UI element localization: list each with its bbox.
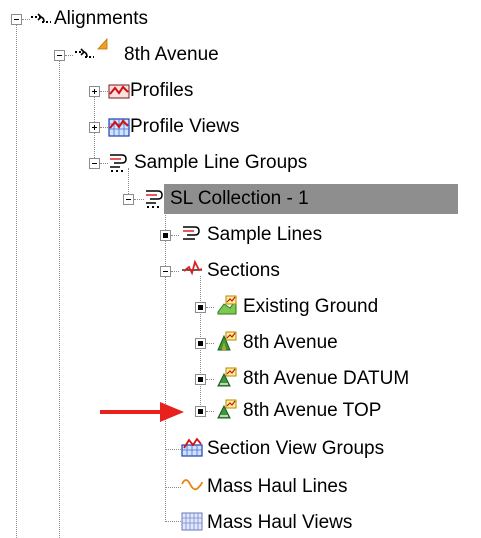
tree-label-section[interactable]: 8th Avenue TOP (243, 399, 381, 423)
tree-connector (134, 199, 144, 200)
node-bullet[interactable] (195, 302, 206, 313)
corridor-section-icon (217, 399, 237, 419)
tree-connector (206, 411, 214, 412)
alignments-icon (31, 13, 51, 23)
tree-label-section-view-groups[interactable]: Section View Groups (207, 437, 384, 461)
expand-toggle[interactable] (89, 122, 100, 133)
expand-toggle[interactable] (89, 86, 100, 97)
surface-section-icon (217, 295, 237, 315)
tree-label-sl-collection[interactable]: SL Collection - 1 (170, 187, 309, 211)
collapse-toggle[interactable] (54, 50, 65, 61)
tree-connector (22, 19, 30, 20)
tree-connector (165, 487, 181, 488)
tree-connector (165, 521, 181, 522)
collapse-toggle[interactable] (123, 194, 134, 205)
tree-connector (171, 235, 179, 236)
node-bullet[interactable] (195, 338, 206, 349)
sections-icon (182, 259, 203, 276)
tree-label-profile-views[interactable]: Profile Views (130, 115, 239, 139)
red-arrow-annotation (100, 402, 184, 422)
tree-label-sample-line-groups[interactable]: Sample Line Groups (134, 151, 307, 175)
node-bullet[interactable] (195, 374, 206, 385)
tree-connector (206, 379, 214, 380)
collapse-toggle[interactable] (160, 266, 171, 277)
tree-label-alignments[interactable]: Alignments (54, 7, 148, 31)
profiles-icon (108, 84, 130, 99)
tree-connector (165, 449, 181, 450)
tree-connector (100, 91, 108, 92)
collapse-toggle[interactable] (11, 14, 22, 25)
alignment-flag-icon (97, 38, 108, 50)
tree-label-mass-haul-lines[interactable]: Mass Haul Lines (207, 475, 347, 499)
tree-connector (100, 127, 108, 128)
collapse-toggle[interactable] (89, 158, 100, 169)
tree-label-sections[interactable]: Sections (207, 259, 280, 283)
mass-haul-lines-icon (181, 479, 203, 491)
tree-label-section[interactable]: Existing Ground (243, 295, 378, 319)
node-bullet[interactable] (195, 406, 206, 417)
corridor-section-icon (217, 331, 237, 351)
tree-label-sample-lines[interactable]: Sample Lines (207, 223, 322, 247)
tree-label-mass-haul-views[interactable]: Mass Haul Views (207, 511, 352, 535)
tree-connector (206, 343, 214, 344)
tree-connector (206, 307, 214, 308)
sample-line-group-icon (146, 190, 163, 208)
mass-haul-views-icon (181, 512, 203, 531)
sample-line-groups-icon (110, 154, 127, 172)
tree-label-section[interactable]: 8th Avenue DATUM (243, 367, 409, 391)
profile-views-icon (108, 118, 130, 137)
tree-connector (100, 163, 108, 164)
tree-guide-line (59, 60, 60, 538)
section-view-groups-icon (181, 437, 203, 457)
tree-connector (171, 271, 179, 272)
tree-label-section[interactable]: 8th Avenue (243, 331, 338, 355)
sample-lines-icon (183, 226, 200, 240)
tree-guide-line (16, 25, 17, 538)
tree-label-alignment[interactable]: 8th Avenue (124, 43, 219, 67)
prospector-tree: Alignments 8th Avenue Profiles Profile V… (0, 0, 481, 538)
alignment-icon (75, 48, 94, 58)
tree-label-profiles[interactable]: Profiles (130, 79, 193, 103)
node-bullet[interactable] (160, 230, 171, 241)
tree-guide-line (165, 204, 166, 522)
corridor-section-icon (217, 367, 237, 387)
tree-connector (65, 55, 73, 56)
